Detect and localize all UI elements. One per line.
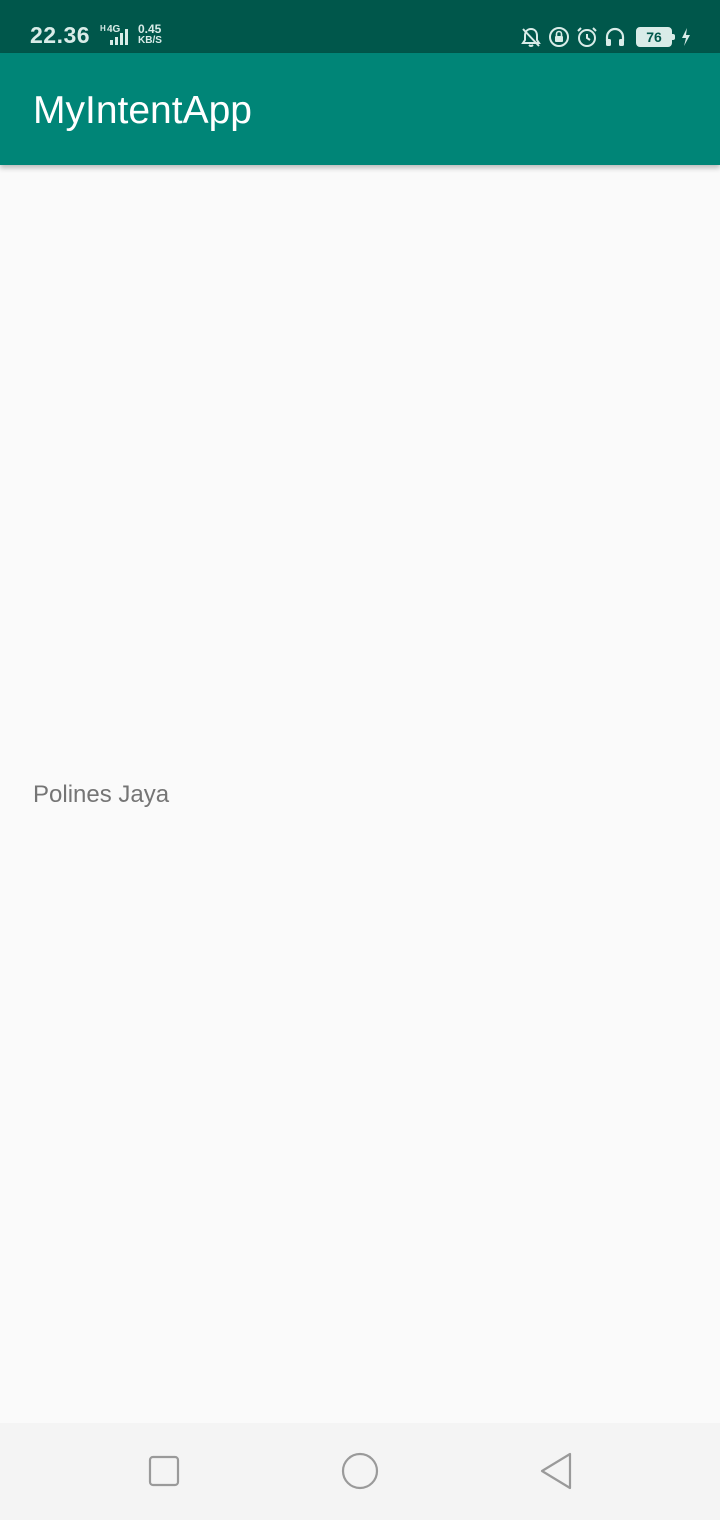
network-type: H	[100, 24, 106, 33]
silent-bell-icon	[521, 27, 541, 47]
status-icons: 76	[520, 24, 692, 50]
home-icon	[341, 1452, 379, 1490]
charging-icon	[682, 28, 690, 46]
speed-value: 0.45	[138, 22, 162, 36]
screen: 22.36 H 4G 0.45 KB/S 76 MyIntentApp Poli…	[0, 0, 720, 1520]
content-text: Polines Jaya	[33, 781, 170, 808]
battery-icon: 76	[636, 27, 675, 47]
speed-unit: KB/S	[138, 35, 162, 46]
alarm-icon	[577, 27, 597, 47]
app-title: MyIntentApp	[33, 89, 252, 132]
status-bar: 22.36 H 4G 0.45 KB/S 76	[0, 0, 720, 53]
signal-icon	[110, 29, 128, 45]
back-icon	[540, 1452, 572, 1490]
back-button[interactable]	[536, 1451, 576, 1491]
home-button[interactable]	[340, 1451, 380, 1491]
status-time: 22.36	[30, 22, 91, 48]
headphones-icon	[605, 27, 625, 46]
recent-apps-button[interactable]	[144, 1451, 184, 1491]
battery-level: 76	[646, 29, 662, 45]
network-speed: 0.45 KB/S	[138, 23, 162, 47]
app-bar: MyIntentApp	[0, 53, 720, 165]
recent-apps-icon	[148, 1455, 180, 1487]
rotation-lock-icon	[549, 27, 569, 47]
navigation-bar	[0, 1423, 720, 1520]
